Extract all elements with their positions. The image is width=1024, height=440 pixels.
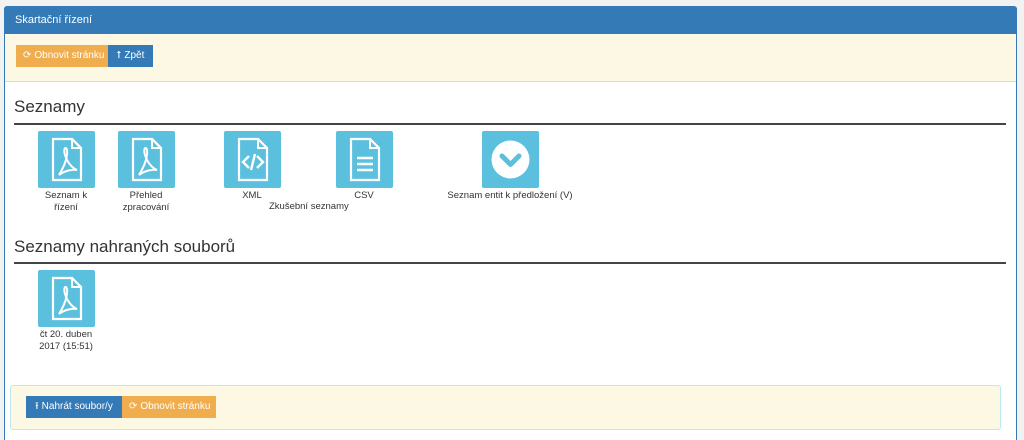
code-file-icon	[223, 131, 281, 188]
file-label: Přehled zpracování	[122, 190, 170, 213]
back-label: Zpět	[124, 50, 145, 61]
list-item-uploaded-file[interactable]: čt 20. duben 2017 (15:51)	[33, 270, 99, 353]
bottom-toolbar: ⭱ Nahrát soubor/y ⟳ Obnovit stránku	[10, 385, 1001, 430]
pdf-file-icon	[117, 131, 175, 188]
list-item-prehled-zpracovani[interactable]: Přehled zpracování	[115, 131, 177, 214]
refresh-icon: ⟳	[23, 50, 32, 61]
upload-icon: ⭱	[35, 401, 39, 412]
upload-files-label: Nahrát soubor/y	[41, 401, 113, 412]
zkusebni-seznamy-label: Zkušební seznamy	[269, 201, 349, 212]
refresh-page-button[interactable]: ⟳ Obnovit stránku	[16, 45, 108, 67]
seznamy-divider	[14, 123, 1006, 125]
top-toolbar: ⟳ Obnovit stránku ⭡ Zpět	[5, 34, 1016, 82]
file-label: čt 20. duben 2017 (15:51)	[39, 329, 93, 352]
pdf-file-icon	[37, 131, 95, 188]
upload-files-button[interactable]: ⭱ Nahrát soubor/y	[26, 396, 122, 418]
uploaded-divider	[14, 262, 1006, 264]
refresh-page-label: Obnovit stránku	[140, 401, 211, 412]
list-item-seznam-k-rizeni[interactable]: Seznam k řízení	[36, 131, 96, 214]
arrow-up-icon: ⭡	[116, 50, 122, 61]
pdf-file-icon	[37, 270, 95, 327]
skartacni-rizeni-panel: Skartační řízení ⟳ Obnovit stránku ⭡ Zpět	[4, 6, 1017, 440]
seznamy-heading: Seznamy	[14, 97, 85, 116]
file-label: Seznam entit k předložení (V)	[447, 190, 573, 201]
list-item-seznam-entit[interactable]: Seznam entit k předložení (V)	[445, 131, 575, 202]
file-label: Seznam k řízení	[44, 190, 88, 213]
text-file-icon	[335, 131, 393, 188]
refresh-page-label: Obnovit stránku	[34, 50, 105, 61]
panel-title: Skartační řízení	[5, 7, 1016, 34]
uploaded-heading: Seznamy nahraných souborů	[14, 237, 236, 256]
back-button[interactable]: ⭡ Zpět	[108, 45, 153, 67]
chevron-down-circle-icon	[481, 131, 539, 188]
refresh-page-button[interactable]: ⟳ Obnovit stránku	[122, 396, 216, 418]
list-item-xml[interactable]: XML	[222, 131, 282, 202]
list-item-csv[interactable]: CSV	[334, 131, 394, 202]
refresh-icon: ⟳	[129, 401, 138, 412]
